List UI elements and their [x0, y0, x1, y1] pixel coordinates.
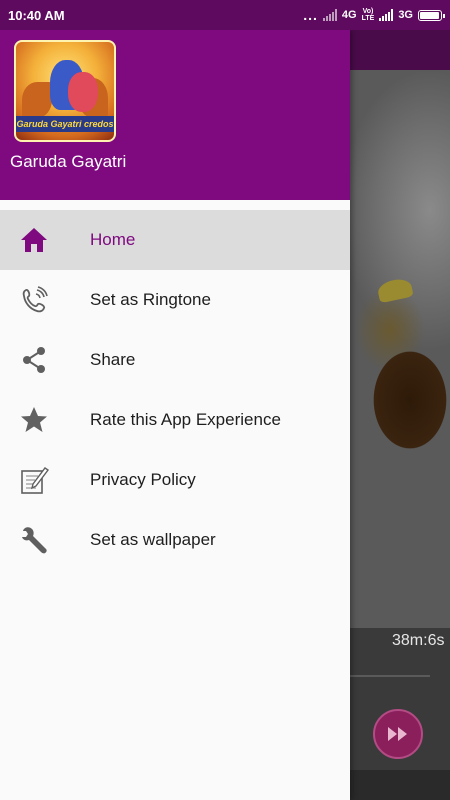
network-type-3g: 3G	[398, 9, 413, 21]
menu-label-privacy-policy: Privacy Policy	[90, 470, 196, 489]
phone-ringing-icon	[18, 284, 50, 316]
edit-document-icon	[18, 464, 50, 496]
logo-wing-left	[22, 82, 52, 118]
volte-icon: Vo) LTE	[362, 8, 375, 22]
menu-item-privacy-policy[interactable]: Privacy Policy	[0, 450, 350, 510]
menu-label-set-as-wallpaper: Set as wallpaper	[90, 530, 216, 549]
share-icon	[18, 344, 50, 376]
signal-icon-2	[379, 9, 394, 21]
signal-icon	[322, 9, 337, 21]
logo-band: Garuda Gayatri credos	[16, 116, 114, 132]
battery-icon	[418, 9, 445, 21]
volte-bottom: LTE	[361, 15, 375, 22]
fast-forward-button[interactable]	[373, 709, 423, 759]
star-icon	[18, 404, 50, 436]
drawer-header: Garuda Gayatri credos Garuda Gayatri	[0, 30, 350, 200]
menu-item-share[interactable]: Share	[0, 330, 350, 390]
status-bar: 10:40 AM ... 4G Vo) LTE 3G	[0, 0, 450, 30]
menu-item-set-as-ringtone[interactable]: Set as Ringtone	[0, 270, 350, 330]
menu-item-home[interactable]: Home	[0, 210, 350, 270]
notification-dots: ...	[303, 7, 318, 23]
fast-forward-icon	[388, 727, 407, 741]
home-icon	[18, 224, 50, 256]
status-time: 10:40 AM	[8, 7, 65, 23]
playback-time: 38m:6s	[392, 632, 445, 649]
menu-item-set-as-wallpaper[interactable]: Set as wallpaper	[0, 510, 350, 570]
drawer-menu: Home Set as Ringtone Share Rate this App…	[0, 210, 350, 570]
status-icons: ... 4G Vo) LTE 3G	[303, 7, 445, 23]
deity-artwork	[350, 70, 450, 658]
menu-label-home: Home	[90, 230, 136, 249]
menu-label-share: Share	[90, 350, 136, 369]
drawer-title: Garuda Gayatri	[10, 152, 127, 171]
network-type-4g: 4G	[341, 9, 357, 21]
app-logo: Garuda Gayatri credos	[14, 40, 116, 142]
menu-item-rate-app[interactable]: Rate this App Experience	[0, 390, 350, 450]
logo-text: Garuda Gayatri credos	[16, 119, 114, 129]
menu-label-set-as-ringtone: Set as Ringtone	[90, 290, 211, 309]
volte-top: Vo)	[362, 8, 374, 15]
wrench-icon	[18, 524, 50, 556]
menu-label-rate-app: Rate this App Experience	[90, 410, 281, 429]
logo-figure-lakshmi	[68, 72, 98, 112]
seek-bar[interactable]	[350, 675, 430, 677]
navigation-drawer: Garuda Gayatri credos Garuda Gayatri Hom…	[0, 30, 350, 800]
